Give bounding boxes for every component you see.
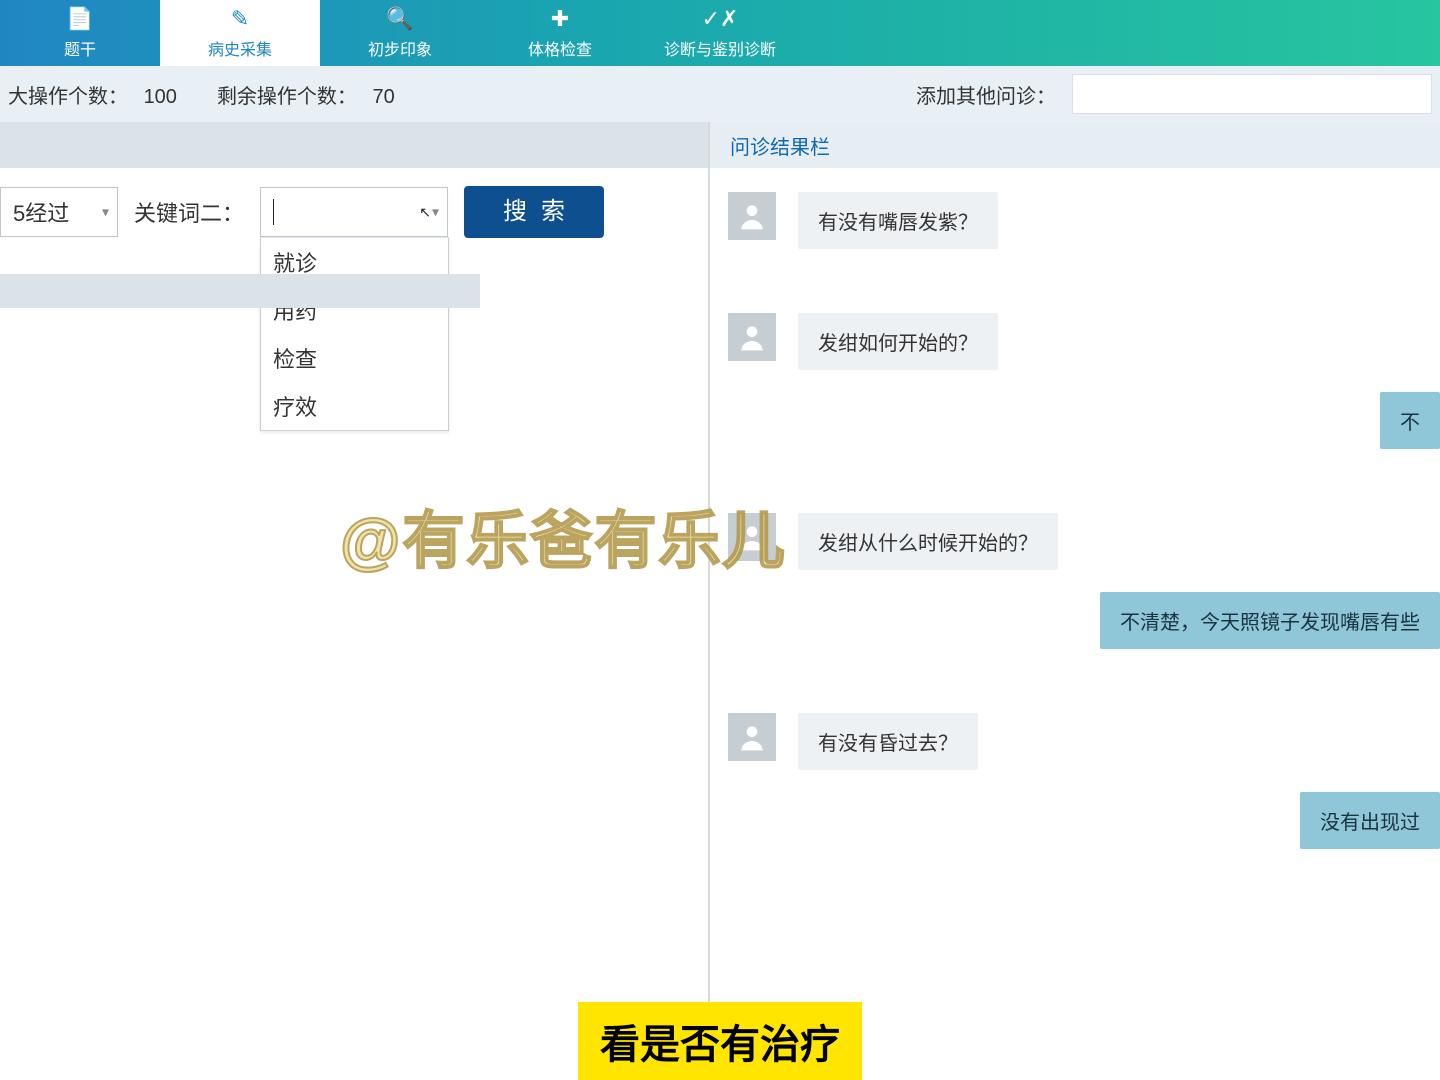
nav-tab-label: 诊断与鉴别诊断 [664,36,776,60]
max-ops: 大操作个数： 100 [8,80,177,109]
search-icon: 🔍 [386,6,413,32]
chat-message: 有没有昏过去？ [728,713,1440,770]
file-icon: 📄 [66,6,93,32]
stats-bar: 大操作个数： 100 剩余操作个数： 70 添加其他问诊： [0,66,1440,122]
keyword2-label: 关键词二： [134,196,244,228]
nav-tab-label: 病史采集 [208,36,272,60]
chat-bubble: 不 [1380,392,1440,449]
chat-bubble: 发绀如何开始的？ [798,313,998,370]
filter-row: 5经过 关键词二： ↖ 就诊 用药 检查 疗效 搜索 [0,168,708,256]
keyword2-dropdown[interactable]: ↖ 就诊 用药 检查 疗效 [260,187,448,237]
nav-tab-label: 体格检查 [528,36,592,60]
nav-tab-label: 题干 [64,36,96,60]
top-nav: 📄 题干 ✎ 病史采集 🔍 初步印象 ✚ 体格检查 ✓✗ 诊断与鉴别诊断 [0,0,1440,66]
avatar-icon [728,513,776,561]
remain-ops-value: 70 [373,86,395,108]
nav-tab-physical[interactable]: ✚ 体格检查 [480,0,640,66]
nav-tab-history[interactable]: ✎ 病史采集 [160,0,320,66]
option-examination[interactable]: 检查 [261,334,448,382]
text-cursor [273,199,274,225]
keyword1-value: 5经过 [13,196,69,228]
chat-message: 没有出现过 [728,792,1440,849]
keyword1-dropdown[interactable]: 5经过 [0,187,118,237]
chat-bubble: 不清楚，今天照镜子发现嘴唇有些 [1100,592,1440,649]
pencil-icon: ✎ [231,6,249,32]
chat-message: 不 [728,392,1440,449]
chat-bubble: 有没有嘴唇发紫？ [798,192,998,249]
add-inquiry-label: 添加其他问诊： [916,80,1056,109]
main-area: 5经过 关键词二： ↖ 就诊 用药 检查 疗效 搜索 问诊结果栏 [0,122,1440,1080]
avatar-icon [728,313,776,361]
option-effect[interactable]: 疗效 [261,382,448,430]
left-panel: 5经过 关键词二： ↖ 就诊 用药 检查 疗效 搜索 [0,122,710,1080]
bottom-caption: 看是否有治疗 [578,1002,862,1080]
right-panel: 问诊结果栏 有没有嘴唇发紫？ 发绀如何开始的？ 不 [710,122,1440,1080]
remain-ops-label: 剩余操作个数： [217,86,357,108]
max-ops-value: 100 [144,86,177,108]
chat-message: 不清楚，今天照镜子发现嘴唇有些 [728,592,1440,649]
gray-strip [0,274,480,308]
nav-tab-impression[interactable]: 🔍 初步印象 [320,0,480,66]
chat-area: 有没有嘴唇发紫？ 发绀如何开始的？ 不 发绀从什么时候开始的？ 不清楚，今天照镜… [710,168,1440,1080]
nav-tab-question[interactable]: 📄 题干 [0,0,160,66]
result-title-bar: 问诊结果栏 [710,122,1440,168]
remain-ops: 剩余操作个数： 70 [217,80,395,109]
result-title: 问诊结果栏 [730,131,830,160]
nav-tab-label: 初步印象 [368,36,432,60]
add-inquiry-input[interactable] [1072,74,1432,114]
filter-header [0,122,708,168]
nav-tab-diagnosis[interactable]: ✓✗ 诊断与鉴别诊断 [640,0,800,66]
avatar-icon [728,713,776,761]
chat-bubble: 发绀从什么时候开始的？ [798,513,1058,570]
chat-bubble: 没有出现过 [1300,792,1440,849]
chat-message: 有没有嘴唇发紫？ [728,192,1440,249]
diagnosis-icon: ✓✗ [702,6,739,32]
chat-bubble: 有没有昏过去？ [798,713,978,770]
max-ops-label: 大操作个数： [8,86,128,108]
body-icon: ✚ [551,6,569,32]
caption-text: 看是否有治疗 [600,1023,840,1067]
cursor-icon: ↖ [419,204,431,221]
chat-message: 发绀从什么时候开始的？ [728,513,1440,570]
chat-message: 发绀如何开始的？ [728,313,1440,370]
keyword2-menu: 就诊 用药 检查 疗效 [260,237,449,431]
avatar-icon [728,192,776,240]
search-button[interactable]: 搜索 [464,186,604,238]
